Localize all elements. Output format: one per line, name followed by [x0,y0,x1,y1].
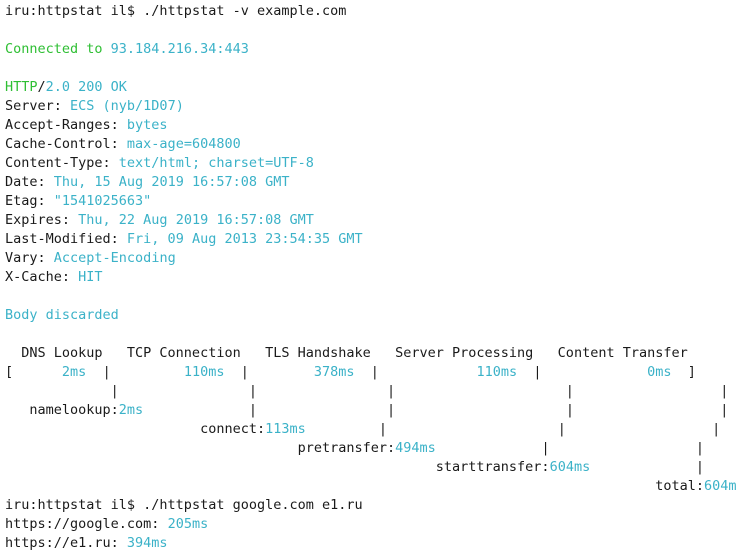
total-ms: 604ms [703,478,737,494]
shell-prompt: iru:httpstat il$ [5,497,144,513]
timing-bar-row: [ 2ms | 110ms | 378ms | 110ms | 0ms ] [5,363,696,382]
connected-address: 93.184.216.34:443 [110,41,249,57]
pretransfer-label: pretransfer: [5,440,396,456]
namelookup-row: namelookup:2ms | | | | [5,401,728,420]
pretransfer-row: pretransfer:494ms | | [5,439,704,458]
connect-label: connect: [5,421,266,437]
header-value: Accept-Encoding [53,250,176,266]
result-ms: 205ms [167,516,209,532]
result-line: https://google.com: 205ms [5,515,208,534]
header-line: Server: ECS (nyb/1D07) [5,97,184,116]
pipe-tail: | | | | [143,402,729,418]
header-value: ECS (nyb/1D07) [70,98,184,114]
header-name: Vary: [5,250,54,266]
header-name: Etag: [5,193,54,209]
header-value: Thu, 22 Aug 2019 16:57:08 GMT [78,212,314,228]
starttransfer-row: starttransfer:604ms | [5,458,704,477]
header-value: Thu, 15 Aug 2019 16:57:08 GMT [53,174,290,190]
header-line: Content-Type: text/html; charset=UTF-8 [5,154,314,173]
header-name: Last-Modified: [5,231,127,247]
header-name: Cache-Control: [5,136,127,152]
dns-lookup-ms: 2ms [61,364,87,380]
header-value: max-age=604800 [126,136,241,152]
tcp-connection-ms: 110ms [183,364,225,380]
result-line: https://e1.ru: 394ms [5,534,168,553]
timing-pipe-row: | | | | | [5,383,729,399]
http-proto: HTTP [5,79,38,95]
header-name: X-Cache: [5,269,79,285]
header-value: text/html; charset=UTF-8 [118,155,314,171]
header-line: Date: Thu, 15 Aug 2019 16:57:08 GMT [5,173,289,192]
connect-row: connect:113ms | | | [5,420,720,439]
http-status: 2.0 200 OK [45,79,127,95]
starttransfer-label: starttransfer: [5,459,550,475]
bar-open-bracket: [ [5,364,14,380]
header-line: X-Cache: HIT [5,268,103,287]
header-value: HIT [78,269,103,285]
connect-ms: 113ms [265,421,306,437]
server-processing-ms: 110ms [476,364,518,380]
pipe-tail: | | [435,440,704,456]
http-slash: / [37,79,46,95]
tls-handshake-ms: 378ms [313,364,355,380]
header-line: Cache-Control: max-age=604800 [5,135,241,154]
total-row: total:604ms [5,477,737,496]
pipe-tail: | | | [305,421,721,437]
header-line: Vary: Accept-Encoding [5,249,176,268]
result-url: https://google.com: [5,516,168,532]
separator: | [224,364,314,380]
command-text: ./httpstat -v example.com [143,3,347,19]
header-value: Fri, 09 Aug 2013 23:54:35 GMT [126,231,363,247]
header-name: Expires: [5,212,79,228]
namelookup-label: namelookup: [5,402,119,418]
result-ms: 394ms [126,535,168,551]
header-name: Content-Type: [5,155,119,171]
timing-header-row: DNS Lookup TCP Connection TLS Handshake … [5,345,688,361]
pipe-tail: | [590,459,704,475]
pretransfer-ms: 494ms [395,440,436,456]
header-line: Accept-Ranges: bytes [5,116,168,135]
separator: | [354,364,477,380]
bar-close-bracket: ] [671,364,696,380]
command-text: ./httpstat google.com e1.ru [143,497,363,513]
separator: | [86,364,184,380]
total-label: total: [5,478,704,494]
content-transfer-ms: 0ms [647,364,672,380]
command-line-2: iru:httpstat il$ ./httpstat google.com e… [5,496,363,515]
http-status-line: HTTP/2.0 200 OK [5,78,127,97]
separator: | [517,364,648,380]
connected-label: Connected to [5,41,111,57]
command-line-1: iru:httpstat il$ ./httpstat -v example.c… [5,2,346,21]
header-name: Accept-Ranges: [5,117,127,133]
connected-line: Connected to 93.184.216.34:443 [5,40,249,59]
header-line: Last-Modified: Fri, 09 Aug 2013 23:54:35… [5,230,363,249]
header-name: Server: [5,98,71,114]
header-line: Etag: "1541025663" [5,192,151,211]
header-line: Expires: Thu, 22 Aug 2019 16:57:08 GMT [5,211,314,230]
result-url: https://e1.ru: [5,535,127,551]
namelookup-ms: 2ms [118,402,144,418]
header-value: bytes [126,117,168,133]
terminal-window[interactable]: iru:httpstat il$ ./httpstat -v example.c… [0,0,737,555]
shell-prompt: iru:httpstat il$ [5,3,144,19]
body-discarded: Body discarded [5,307,119,323]
header-name: Date: [5,174,54,190]
header-value: "1541025663" [53,193,152,209]
starttransfer-ms: 604ms [549,459,591,475]
